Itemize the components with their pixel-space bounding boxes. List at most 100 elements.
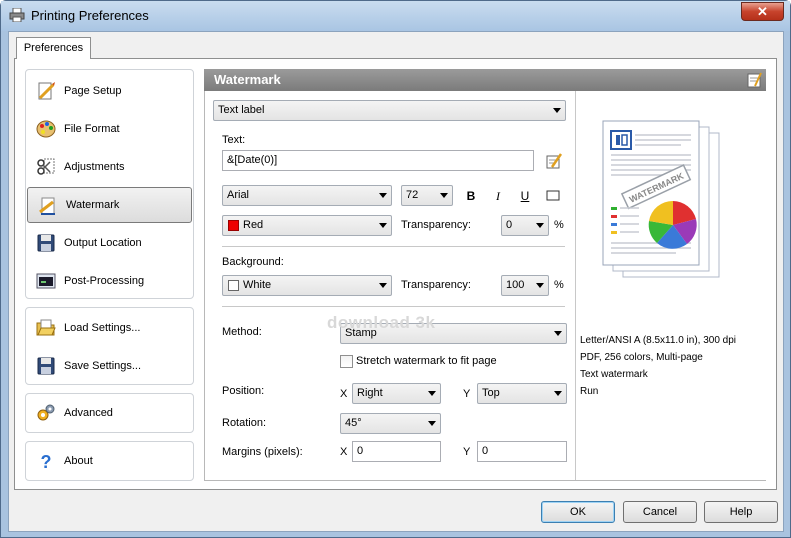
bg-transparency-select[interactable]: 100 (501, 275, 549, 296)
background-color-value: White (243, 279, 272, 291)
position-x-select[interactable]: Right (352, 383, 441, 404)
document-preview-image: WATERMARK (602, 120, 720, 278)
palette-icon (36, 120, 56, 138)
nav-item-load-settings[interactable]: Load Settings... (26, 309, 193, 347)
nav-item-watermark[interactable]: Watermark (27, 187, 192, 223)
chevron-down-icon (379, 193, 387, 198)
bg-percent-label: % (554, 279, 564, 291)
nav-item-page-setup[interactable]: Page Setup (26, 72, 193, 110)
chevron-down-icon (554, 331, 562, 336)
tab-panel: Page Setup File Format Adjustments Water… (14, 58, 777, 490)
rotation-label: Rotation: (222, 417, 267, 429)
nav-item-adjustments[interactable]: Adjustments (26, 148, 193, 186)
edit-text-icon[interactable] (545, 152, 563, 170)
chevron-down-icon (428, 421, 436, 426)
cancel-button[interactable]: Cancel (623, 501, 697, 523)
nav-label: Post-Processing (64, 275, 145, 287)
window-title: Printing Preferences (31, 8, 149, 23)
gears-icon (37, 404, 55, 421)
margin-x-input[interactable]: 0 (352, 441, 441, 462)
pie-chart-graphic (648, 200, 697, 249)
nav-item-advanced[interactable]: Advanced (26, 394, 193, 432)
nav-item-output-location[interactable]: Output Location (26, 224, 193, 262)
preview-info-run: Run (580, 386, 599, 397)
bold-button[interactable]: B (463, 188, 479, 204)
bg-transparency-label: Transparency: (401, 279, 471, 291)
nav-item-file-format[interactable]: File Format (26, 110, 193, 148)
ok-button[interactable]: OK (541, 501, 615, 523)
position-label: Position: (222, 385, 265, 397)
stretch-checkbox[interactable] (340, 355, 353, 368)
help-icon: ? (41, 452, 52, 471)
background-label: Background: (222, 256, 284, 268)
position-y-label: Y (463, 388, 471, 400)
nav-label: File Format (64, 123, 120, 135)
rotation-select[interactable]: 45° (340, 413, 441, 434)
chevron-down-icon (554, 391, 562, 396)
title-bar[interactable]: Printing Preferences ✕ (1, 1, 790, 31)
chevron-down-icon (440, 193, 448, 198)
close-button[interactable]: ✕ (741, 2, 784, 21)
color-swatch-white (228, 280, 239, 291)
transparency-label: Transparency: (401, 219, 471, 231)
nav-group-about: ? About (25, 441, 194, 481)
bg-transparency-value: 100 (506, 279, 525, 291)
page-setup-icon (38, 82, 55, 100)
margin-y-input[interactable]: 0 (477, 441, 567, 462)
nav-label: About (64, 455, 93, 467)
transparency-value: 0 (506, 219, 513, 231)
background-color-select[interactable]: White (222, 275, 392, 296)
nav-label: Adjustments (64, 161, 125, 173)
floppy-disk-icon (37, 234, 55, 252)
divider (222, 306, 565, 307)
rotation-value: 45° (345, 417, 362, 429)
watermark-text-input[interactable]: &[Date(0)] (222, 150, 534, 171)
position-y-value: Top (482, 387, 500, 399)
nav-label: Output Location (64, 237, 142, 249)
svg-text:?: ? (41, 452, 52, 471)
nav-label: Load Settings... (64, 322, 141, 334)
printer-icon (9, 8, 25, 22)
text-color-select[interactable]: Red (222, 215, 392, 236)
chevron-down-icon (379, 223, 387, 228)
nav-item-save-settings[interactable]: Save Settings... (26, 347, 193, 385)
margin-y-label: Y (463, 446, 471, 458)
text-color-value: Red (243, 219, 264, 231)
percent-label: % (554, 219, 564, 231)
nav-group-settings: Load Settings... Save Settings... (25, 307, 194, 385)
scissors-icon (37, 158, 55, 175)
italic-button[interactable]: I (490, 188, 506, 204)
nav-group-advanced: Advanced (25, 393, 194, 433)
position-y-select[interactable]: Top (477, 383, 567, 404)
tab-preferences[interactable]: Preferences (16, 37, 91, 59)
underline-button[interactable]: U (517, 188, 533, 204)
border-icon[interactable] (546, 190, 560, 201)
chevron-down-icon (536, 283, 544, 288)
font-select[interactable]: Arial (222, 185, 392, 206)
margins-label: Margins (pixels): (222, 446, 303, 458)
font-size-select[interactable]: 72 (401, 185, 453, 206)
method-label: Method: (222, 326, 262, 338)
nav-label: Page Setup (64, 85, 122, 97)
section-header: Watermark (204, 69, 766, 91)
watermark-type-value: Text label (218, 104, 265, 116)
nav-item-post-processing[interactable]: Post-Processing (26, 262, 193, 300)
preview-info-paper: Letter/ANSI A (8.5x11.0 in), 300 dpi (580, 335, 737, 346)
nav-item-about[interactable]: ? About (26, 442, 193, 480)
terminal-icon (36, 273, 56, 289)
chevron-down-icon (428, 391, 436, 396)
chevron-down-icon (553, 108, 561, 113)
watermark-type-select[interactable]: Text label (213, 100, 566, 121)
font-value: Arial (227, 189, 250, 201)
save-icon (37, 357, 55, 375)
folder-open-icon (36, 319, 56, 336)
position-x-value: Right (357, 387, 383, 399)
divider (222, 246, 565, 247)
nav-label: Save Settings... (64, 360, 142, 372)
watermark-settings-panel: Text label Text: &[Date(0)] Arial 72 B I… (204, 91, 766, 481)
help-button[interactable]: Help (704, 501, 778, 523)
transparency-select[interactable]: 0 (501, 215, 549, 236)
nav-label: Watermark (66, 199, 120, 211)
section-title: Watermark (214, 72, 281, 87)
dialog-client: Preferences Page Setup File Format Adjus… (8, 31, 784, 532)
